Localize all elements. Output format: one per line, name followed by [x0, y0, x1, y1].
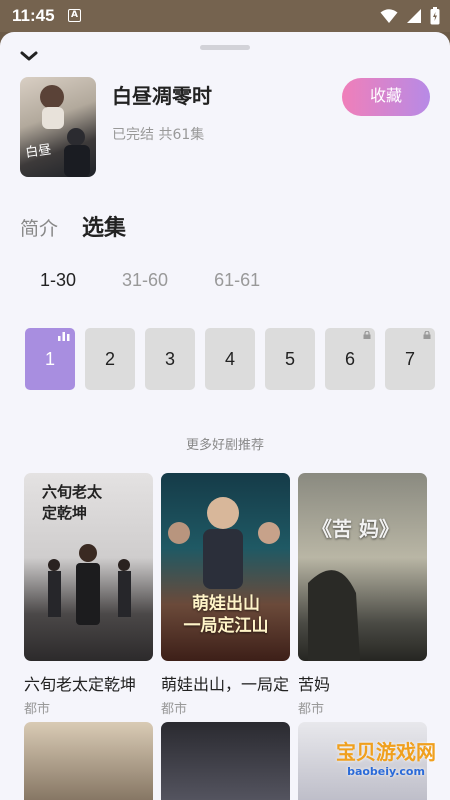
status-icons	[380, 7, 440, 25]
poster-art	[48, 544, 131, 625]
lock-icon	[363, 331, 371, 339]
notification-a-icon: A	[68, 9, 81, 22]
card-title: 苦妈	[298, 675, 331, 694]
card-genre: 都市	[161, 702, 188, 717]
range-61-61[interactable]: 61-61	[214, 270, 260, 291]
status-time: 11:45	[12, 6, 55, 25]
card-poster[interactable]	[24, 722, 153, 800]
show-poster: 白昼	[20, 77, 96, 177]
card-poster[interactable]	[161, 722, 290, 800]
show-title: 白昼凋零时	[112, 84, 212, 108]
episode-button[interactable]: 7	[385, 328, 435, 390]
watermark-url: baobeiy.com	[347, 765, 425, 778]
episode-sheet: 白昼 白昼凋零时 已完结 共61集 收藏 简介 选集 1-30 31-60 61…	[0, 32, 450, 800]
episode-list: 1 2 3 4 5 6 7	[25, 328, 435, 390]
card-title: 六旬老太定乾坤	[24, 675, 137, 694]
recommend-grid: 六旬老太定乾坤 六旬老太定乾坤 都市 萌娃出山 一局定江山 萌娃出山，一局定 都…	[24, 473, 427, 717]
episode-number: 1	[44, 349, 55, 369]
episode-button[interactable]: 1	[25, 328, 75, 390]
recommend-heading: 更多好剧推荐	[185, 438, 264, 453]
svg-text:白昼: 白昼	[24, 141, 52, 160]
poster-art	[308, 570, 360, 661]
recommend-card[interactable]: 萌娃出山 一局定江山 萌娃出山，一局定江山 都市	[161, 473, 290, 717]
tab-intro[interactable]: 简介	[20, 214, 58, 241]
episode-number: 5	[284, 349, 295, 369]
episode-number: 6	[344, 349, 355, 369]
episode-button[interactable]: 3	[145, 328, 195, 390]
recommend-card[interactable]: 《苦 妈》 苦妈 都市	[298, 473, 427, 717]
episode-button[interactable]: 4	[205, 328, 255, 390]
episode-number: 7	[404, 349, 415, 369]
episode-button[interactable]: 2	[85, 328, 135, 390]
show-episode-count: 已完结 共61集	[112, 127, 205, 143]
lock-icon	[423, 331, 431, 339]
recommend-card[interactable]: 六旬老太定乾坤 六旬老太定乾坤 都市	[24, 473, 153, 717]
card-genre: 都市	[24, 702, 51, 717]
episode-range-selector: 1-30 31-60 61-61	[40, 270, 306, 291]
drag-handle[interactable]	[200, 45, 250, 50]
card-title: 萌娃出山，一局定江山	[161, 675, 290, 694]
watermark-text: 宝贝游戏网	[336, 740, 436, 764]
card-genre: 都市	[298, 702, 325, 717]
card-poster: 《苦 妈》	[298, 473, 427, 661]
episode-button[interactable]: 6	[325, 328, 375, 390]
episode-number: 3	[164, 349, 175, 369]
chevron-down-icon[interactable]	[18, 48, 40, 64]
favorite-button[interactable]: 收藏	[342, 78, 430, 116]
episode-number: 4	[224, 349, 235, 369]
poster-art: 白昼	[24, 85, 90, 177]
watermark-logo: 宝贝游戏网 baobeiy.com	[336, 736, 436, 778]
poster-title-text: 萌娃出山 一局定江山	[183, 594, 269, 636]
playing-bars-icon	[58, 332, 70, 341]
card-poster: 六旬老太定乾坤	[24, 473, 153, 661]
status-bar: 11:45 A	[0, 0, 450, 32]
range-31-60[interactable]: 31-60	[122, 270, 168, 291]
card-poster: 萌娃出山 一局定江山	[161, 473, 290, 661]
episode-number: 2	[104, 349, 115, 369]
tab-episodes[interactable]: 选集	[82, 210, 126, 242]
wifi-icon	[380, 9, 398, 23]
episode-button[interactable]: 5	[265, 328, 315, 390]
range-1-30[interactable]: 1-30	[40, 270, 76, 291]
battery-icon	[430, 7, 440, 25]
detail-tabs: 简介 选集	[20, 210, 126, 242]
signal-icon	[407, 9, 421, 23]
